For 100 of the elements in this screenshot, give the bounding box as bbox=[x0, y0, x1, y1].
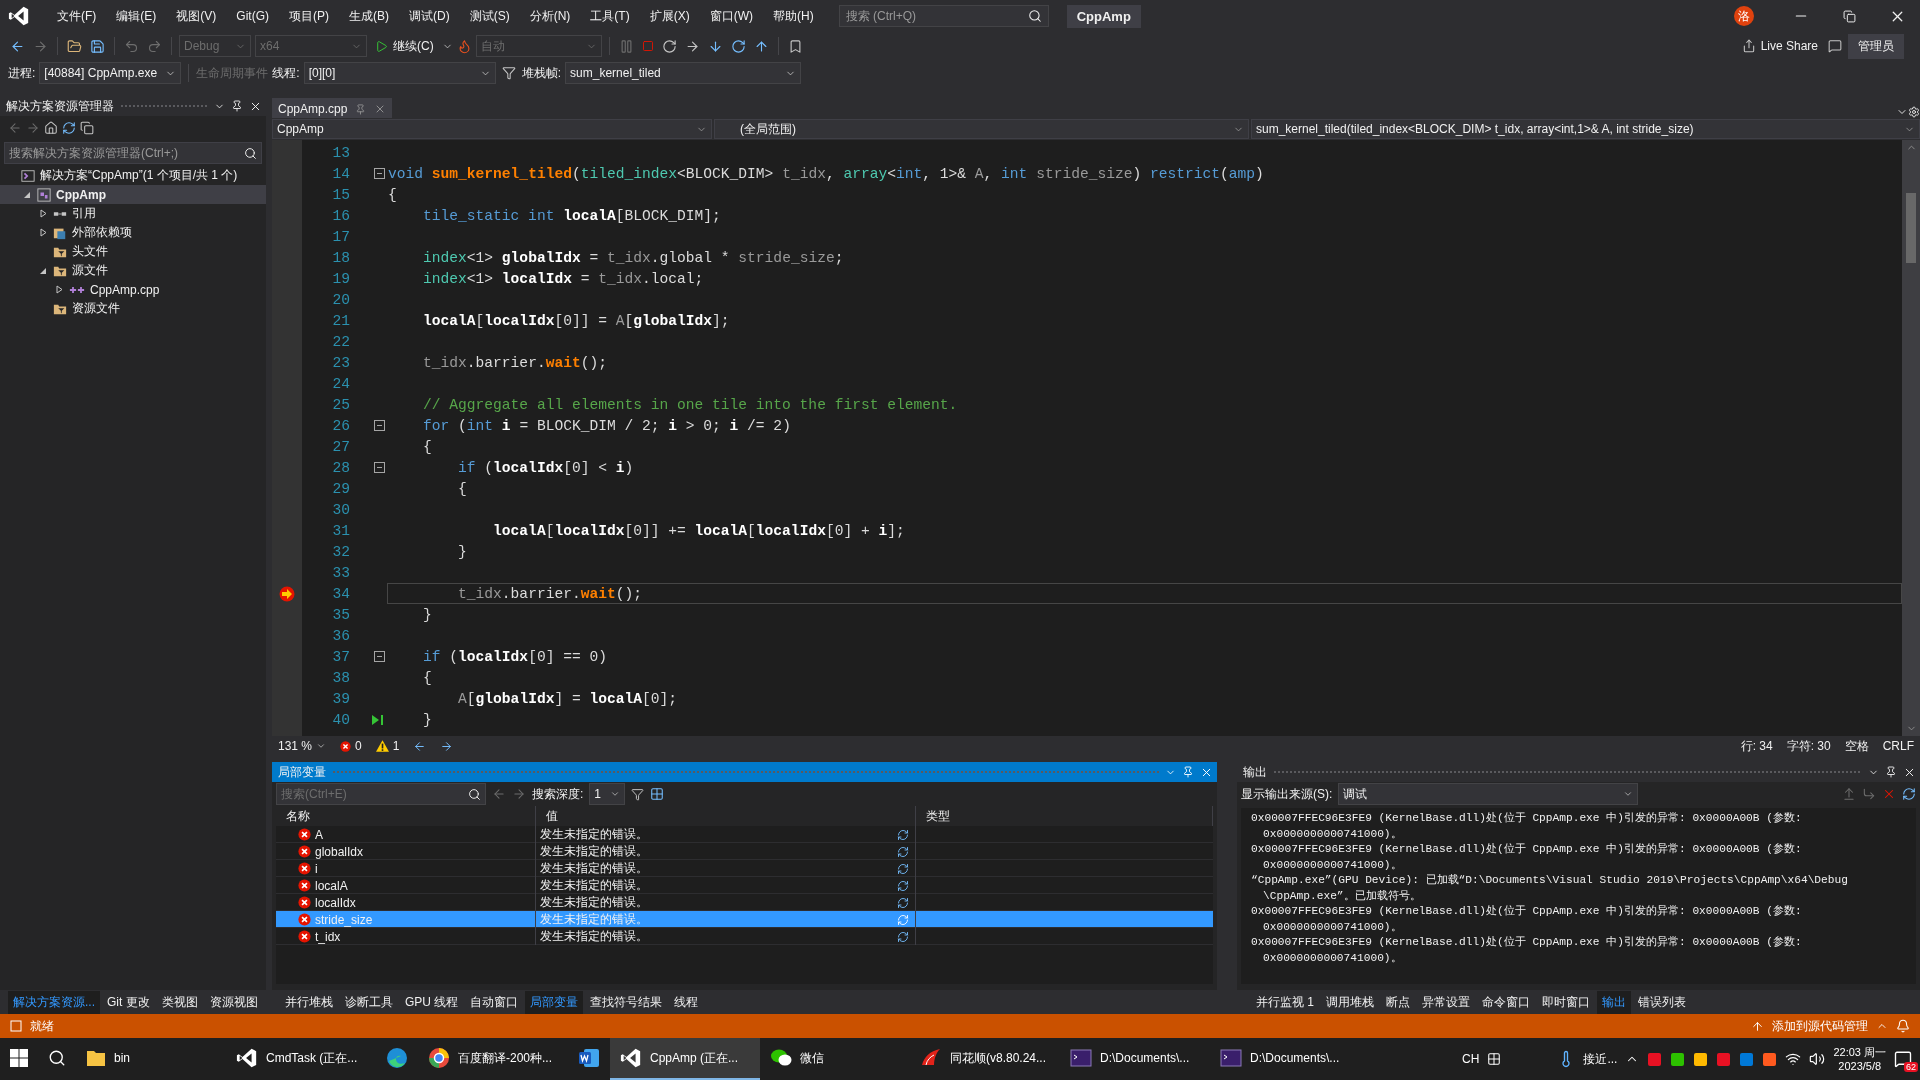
panel-tab[interactable]: 局部变量 bbox=[525, 990, 584, 1014]
search-icon[interactable] bbox=[244, 146, 257, 160]
output-source-dropdown[interactable]: 调试 bbox=[1338, 783, 1639, 805]
previous-message-icon[interactable] bbox=[1842, 787, 1856, 801]
variable-row[interactable]: i 发生未指定的错误。 bbox=[276, 860, 1213, 877]
tree-item[interactable]: 外部依赖项 bbox=[0, 223, 266, 242]
network-icon[interactable] bbox=[1785, 1051, 1802, 1067]
collapsed-arrow-icon[interactable] bbox=[39, 209, 47, 218]
expanded-arrow-icon[interactable] bbox=[39, 266, 47, 275]
collapse-icon[interactable] bbox=[374, 651, 385, 662]
process-dropdown[interactable]: [40884] CppAmp.exe bbox=[39, 62, 182, 84]
clock[interactable]: 22:03 周一 2023/5/8 bbox=[1833, 1045, 1886, 1073]
panel-tab[interactable]: 诊断工具 bbox=[340, 990, 398, 1014]
sync-icon[interactable] bbox=[62, 121, 76, 135]
refresh-icon[interactable] bbox=[897, 845, 909, 858]
menu-item[interactable]: 测试(S) bbox=[460, 3, 519, 29]
refresh-icon[interactable] bbox=[897, 930, 909, 943]
user-avatar[interactable]: 洛 bbox=[1734, 6, 1754, 26]
tree-item[interactable]: 资源文件 bbox=[0, 299, 266, 318]
menu-item[interactable]: 帮助(H) bbox=[764, 3, 823, 29]
panel-tab[interactable]: Git 更改 bbox=[102, 990, 155, 1014]
menu-item[interactable]: Git(G) bbox=[227, 5, 278, 27]
weather-text[interactable]: 接近... bbox=[1583, 1050, 1618, 1068]
panel-tab[interactable]: 错误列表 bbox=[1633, 990, 1691, 1014]
taskbar-app[interactable]: 同花顺(v8.80.24... bbox=[910, 1038, 1060, 1080]
panel-tab[interactable]: 调用堆栈 bbox=[1321, 990, 1379, 1014]
tray-app-icon[interactable] bbox=[1693, 1051, 1709, 1067]
refresh-icon[interactable] bbox=[897, 828, 909, 841]
column-header[interactable]: 名称 bbox=[276, 806, 536, 826]
tree-item[interactable]: 解决方案“CppAmp”(1 个项目/共 1 个) bbox=[0, 166, 266, 185]
expanded-arrow-icon[interactable] bbox=[23, 190, 31, 199]
search-icon[interactable] bbox=[48, 1049, 66, 1067]
tree-item[interactable]: 引用 bbox=[0, 204, 266, 223]
panel-tab[interactable]: GPU 线程 bbox=[400, 990, 464, 1014]
taskbar-app[interactable]: CppAmp (正在... bbox=[610, 1038, 760, 1080]
scope-dropdown[interactable]: (全局范围) bbox=[714, 119, 1249, 139]
collapse-icon[interactable] bbox=[374, 462, 385, 473]
variable-row[interactable]: t_idx 发生未指定的错误。 bbox=[276, 928, 1213, 945]
menu-item[interactable]: 视图(V) bbox=[167, 3, 226, 29]
refresh-icon[interactable] bbox=[897, 896, 909, 909]
thread-dropdown[interactable]: [0][0] bbox=[303, 62, 496, 84]
menu-item[interactable]: 分析(N) bbox=[520, 3, 580, 29]
search-icon[interactable] bbox=[468, 787, 481, 801]
taskbar-app[interactable]: 微信 bbox=[760, 1038, 910, 1080]
menu-item[interactable]: 编辑(E) bbox=[107, 3, 166, 29]
variable-row[interactable]: localA 发生未指定的错误。 bbox=[276, 877, 1213, 894]
char-indicator[interactable]: 字符: 30 bbox=[1786, 737, 1831, 755]
tree-item[interactable]: CppAmp bbox=[0, 185, 266, 204]
menu-item[interactable]: 调试(D) bbox=[400, 3, 459, 29]
menu-item[interactable]: 文件(F) bbox=[48, 3, 106, 29]
search-field[interactable]: 搜索 (Ctrl+Q) bbox=[838, 5, 1049, 27]
line-indicator[interactable]: 行: 34 bbox=[1740, 737, 1773, 755]
pin-icon[interactable] bbox=[1885, 766, 1897, 778]
panel-tab[interactable]: 断点 bbox=[1381, 990, 1415, 1014]
play-icon[interactable] bbox=[375, 39, 388, 53]
home-icon[interactable] bbox=[44, 121, 58, 135]
restore-icon[interactable] bbox=[1842, 9, 1856, 23]
variable-row[interactable]: A 发生未指定的错误。 bbox=[276, 826, 1213, 843]
collapse-icon[interactable] bbox=[374, 420, 385, 431]
run-to-click-icon[interactable] bbox=[371, 713, 385, 726]
settings-icon[interactable] bbox=[1908, 106, 1920, 118]
continue-button[interactable]: 继续(C) bbox=[371, 35, 438, 57]
menu-item[interactable]: 工具(T) bbox=[581, 3, 639, 29]
clear-all-icon[interactable] bbox=[1882, 787, 1896, 801]
panel-tab[interactable]: 即时窗口 bbox=[1537, 990, 1595, 1014]
panel-tab[interactable]: 查找符号结果 bbox=[585, 990, 668, 1014]
column-header[interactable]: 类型 bbox=[916, 806, 1213, 826]
tree-item[interactable]: 头文件 bbox=[0, 242, 266, 261]
panel-tab[interactable]: 异常设置 bbox=[1417, 990, 1475, 1014]
share-icon[interactable] bbox=[1741, 39, 1756, 53]
indent-indicator[interactable]: 空格 bbox=[1844, 737, 1869, 755]
search-field[interactable]: 搜索解决方案资源管理器(Ctrl+;) bbox=[4, 142, 262, 164]
next-message-icon[interactable] bbox=[1862, 787, 1876, 801]
search-icon[interactable] bbox=[1027, 9, 1042, 23]
flame-icon[interactable] bbox=[456, 38, 472, 54]
panel-tab[interactable]: 并行堆栈 bbox=[280, 990, 338, 1014]
filter-icon[interactable] bbox=[631, 787, 645, 801]
forward-icon[interactable] bbox=[440, 739, 454, 753]
panel-tab[interactable]: 资源视图 bbox=[204, 990, 263, 1014]
vertical-scrollbar[interactable] bbox=[1902, 140, 1920, 736]
panel-tab[interactable]: 线程 bbox=[669, 990, 704, 1014]
admin-button[interactable]: 管理员 bbox=[1848, 33, 1904, 59]
warning-count[interactable]: 1 bbox=[392, 739, 400, 753]
back-icon[interactable] bbox=[413, 739, 427, 753]
tree-item[interactable]: 源文件 bbox=[0, 261, 266, 280]
pin-icon[interactable] bbox=[231, 100, 243, 112]
search-depth-dropdown[interactable]: 1 bbox=[589, 783, 626, 805]
taskbar-app[interactable]: D:\Documents\... bbox=[1210, 1038, 1360, 1080]
panel-tab[interactable]: 命令窗口 bbox=[1477, 990, 1535, 1014]
menu-item[interactable]: 窗口(W) bbox=[700, 3, 762, 29]
panel-tab[interactable]: 并行监视 1 bbox=[1251, 990, 1319, 1014]
project-dropdown[interactable]: CppAmp bbox=[272, 119, 712, 139]
taskbar-app[interactable]: CmdTask (正在... bbox=[226, 1038, 376, 1080]
source-control-button[interactable]: 添加到源代码管理 bbox=[1772, 1017, 1868, 1035]
refresh-icon[interactable] bbox=[897, 879, 909, 892]
column-header[interactable]: 值 bbox=[536, 806, 916, 826]
breakpoint-arrow-icon[interactable] bbox=[279, 585, 295, 602]
scrollbar-thumb[interactable] bbox=[1906, 193, 1916, 263]
member-dropdown[interactable]: sum_kernel_tiled(tiled_index<BLOCK_DIM> t_idx, array<int,1>& A, int stride_size) bbox=[1251, 119, 1920, 139]
panel-tab[interactable]: 自动窗口 bbox=[465, 990, 524, 1014]
